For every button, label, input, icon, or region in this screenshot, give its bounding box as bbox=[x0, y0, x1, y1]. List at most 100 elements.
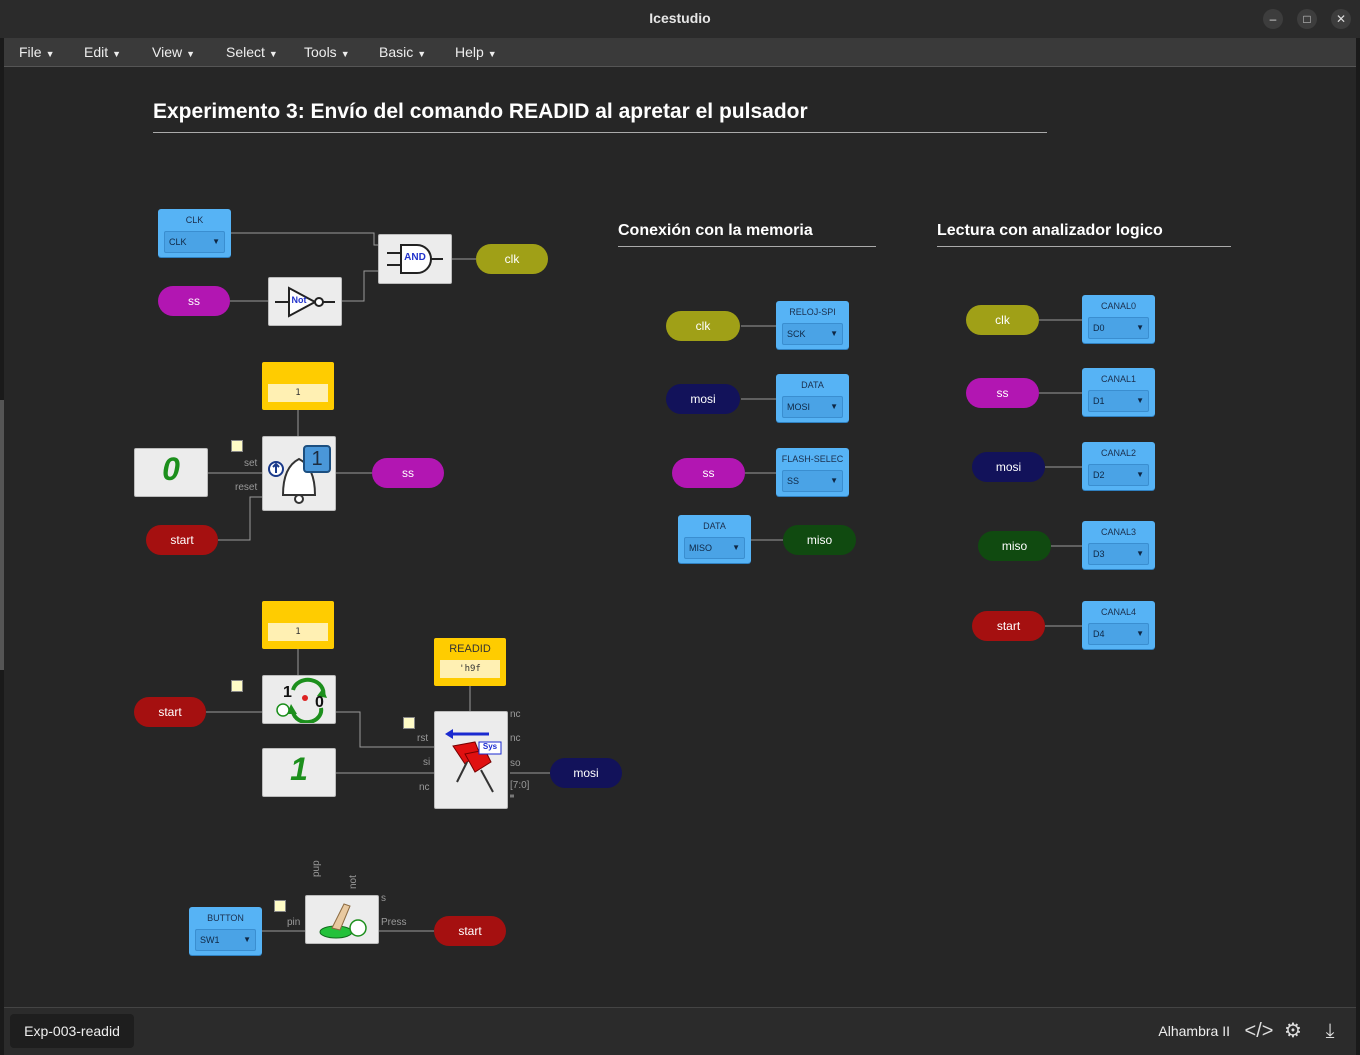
design-canvas[interactable]: Experimento 3: Envío del comando READID … bbox=[4, 67, 1356, 1007]
label-mosi[interactable]: mosi bbox=[972, 452, 1045, 482]
label-start-rs[interactable]: start bbox=[146, 525, 218, 555]
pin-value: MOSI bbox=[787, 402, 811, 412]
menu-view[interactable]: View ▼ bbox=[152, 44, 195, 60]
pin-name: CANAL2 bbox=[1100, 448, 1136, 458]
pin-select[interactable]: MISO ▼ bbox=[684, 537, 745, 559]
label-start-button[interactable]: start bbox=[434, 916, 506, 946]
constant-value[interactable]: 1 bbox=[268, 623, 328, 641]
close-icon[interactable]: ✕ bbox=[1331, 9, 1351, 29]
pin-name: CANAL0 bbox=[1100, 301, 1136, 311]
build-gear-icon[interactable]: ⚙ bbox=[1278, 1016, 1308, 1046]
menu-tools[interactable]: Tools ▼ bbox=[304, 44, 350, 60]
pin-value: D2 bbox=[1093, 470, 1105, 480]
board-selector[interactable]: Alhambra II bbox=[1158, 1023, 1230, 1039]
label-clk[interactable]: clk bbox=[966, 305, 1039, 335]
chevron-down-icon: ▼ bbox=[340, 49, 350, 59]
port-s-label: s bbox=[381, 893, 386, 904]
dropdown-icon: ▼ bbox=[1136, 323, 1144, 332]
memory-pin-data[interactable]: DATA MOSI ▼ bbox=[776, 374, 849, 422]
menu-edit[interactable]: Edit ▼ bbox=[84, 44, 121, 60]
label-start-counter[interactable]: start bbox=[134, 697, 206, 727]
dropdown-icon: ▼ bbox=[1136, 549, 1144, 558]
label-clk[interactable]: clk bbox=[666, 311, 740, 341]
pin-select[interactable]: D2 ▼ bbox=[1088, 464, 1149, 486]
label-clk-output[interactable]: clk bbox=[476, 244, 548, 274]
menu-help[interactable]: Help ▼ bbox=[455, 44, 497, 60]
constant-value[interactable]: 'h9f bbox=[440, 660, 500, 678]
dropdown-icon: ▼ bbox=[830, 402, 838, 411]
port-pup-label: pup bbox=[311, 860, 322, 877]
project-tab[interactable]: Exp-003-readid bbox=[10, 1014, 134, 1048]
port-so-label: so bbox=[510, 758, 521, 769]
chevron-down-icon: ▼ bbox=[487, 49, 497, 59]
button-block[interactable] bbox=[305, 895, 379, 944]
label-ss-output[interactable]: ss bbox=[372, 458, 444, 488]
analyzer-pin-canal4[interactable]: CANAL4 D4 ▼ bbox=[1082, 601, 1155, 649]
menu-edit-label: Edit bbox=[84, 44, 109, 60]
pin-select[interactable]: D1 ▼ bbox=[1088, 390, 1149, 412]
section-memory-underline bbox=[618, 246, 876, 247]
not-gate-block[interactable]: Not bbox=[268, 277, 342, 326]
verify-code-icon[interactable]: </> bbox=[1244, 1016, 1274, 1046]
label-mosi[interactable]: mosi bbox=[666, 384, 740, 414]
pin-select[interactable]: D0 ▼ bbox=[1088, 317, 1149, 339]
toggle-counter-block[interactable]: 1 0 bbox=[262, 675, 336, 725]
pin-name: DATA bbox=[703, 521, 726, 531]
bit-one-block[interactable]: 1 bbox=[262, 748, 336, 797]
button-input-pin[interactable]: BUTTON SW1 ▼ bbox=[189, 907, 262, 955]
port-press-label: Press bbox=[381, 917, 407, 928]
analyzer-pin-canal2[interactable]: CANAL2 D2 ▼ bbox=[1082, 442, 1155, 490]
menu-file[interactable]: File ▼ bbox=[19, 44, 54, 60]
maximize-icon[interactable]: □ bbox=[1297, 9, 1317, 29]
constant-block[interactable]: 1 bbox=[262, 362, 334, 410]
label-mosi-output[interactable]: mosi bbox=[550, 758, 622, 788]
analyzer-pin-canal1[interactable]: CANAL1 D1 ▼ bbox=[1082, 368, 1155, 416]
chevron-down-icon: ▼ bbox=[45, 49, 55, 59]
label-miso[interactable]: miso bbox=[978, 531, 1051, 561]
pin-value: CLK bbox=[169, 237, 187, 247]
dropdown-icon: ▼ bbox=[212, 237, 220, 246]
chevron-down-icon: ▼ bbox=[186, 49, 196, 59]
pushpin-icon bbox=[445, 729, 502, 793]
pin-name: CANAL1 bbox=[1100, 374, 1136, 384]
pin-select[interactable]: SW1 ▼ bbox=[195, 929, 256, 951]
label-miso[interactable]: miso bbox=[783, 525, 856, 555]
constant-value[interactable]: 1 bbox=[268, 384, 328, 402]
pin-select[interactable]: CLK ▼ bbox=[164, 231, 225, 253]
pin-select[interactable]: MOSI ▼ bbox=[782, 396, 843, 418]
constant-block[interactable]: 1 bbox=[262, 601, 334, 649]
dropdown-icon: ▼ bbox=[830, 329, 838, 338]
pin-select[interactable]: D4 ▼ bbox=[1088, 623, 1149, 645]
toggle-arrows-icon bbox=[276, 677, 327, 725]
pin-select[interactable]: D3 ▼ bbox=[1088, 543, 1149, 565]
and-gate-block[interactable]: AND bbox=[378, 234, 452, 284]
analyzer-pin-canal0[interactable]: CANAL0 D0 ▼ bbox=[1082, 295, 1155, 343]
rs-flipflop-block[interactable]: 1 bbox=[262, 436, 336, 511]
label-ss[interactable]: ss bbox=[966, 378, 1039, 408]
menu-basic[interactable]: Basic ▼ bbox=[379, 44, 426, 60]
pin-select[interactable]: SS ▼ bbox=[782, 470, 843, 492]
label-ss-input[interactable]: ss bbox=[158, 286, 230, 316]
memory-pin-data-miso[interactable]: DATA MISO ▼ bbox=[678, 515, 751, 563]
dropdown-icon: ▼ bbox=[830, 476, 838, 485]
clock-pin-marker bbox=[274, 900, 286, 912]
bit-zero-block[interactable]: 0 bbox=[134, 448, 208, 497]
analyzer-pin-canal3[interactable]: CANAL3 D3 ▼ bbox=[1082, 521, 1155, 569]
pin-select[interactable]: SCK ▼ bbox=[782, 323, 843, 345]
clk-input-pin[interactable]: CLK CLK ▼ bbox=[158, 209, 231, 257]
readid-constant-block[interactable]: READID 'h9f bbox=[434, 638, 506, 686]
label-start[interactable]: start bbox=[972, 611, 1045, 641]
title-bar: Icestudio – □ ✕ bbox=[0, 0, 1360, 38]
dropdown-icon: ▼ bbox=[732, 543, 740, 552]
pin-name: FLASH-SELEC bbox=[781, 454, 844, 464]
counter-zero-label: 0 bbox=[315, 694, 324, 711]
memory-pin-reloj-spi[interactable]: RELOJ-SPI SCK ▼ bbox=[776, 301, 849, 349]
label-ss[interactable]: ss bbox=[672, 458, 745, 488]
menu-select[interactable]: Select ▼ bbox=[226, 44, 278, 60]
port-bus-label: [7:0] bbox=[510, 780, 530, 791]
pin-value: D4 bbox=[1093, 629, 1105, 639]
upload-icon[interactable]: ⤓ bbox=[1315, 1016, 1345, 1046]
memory-pin-flash-selec[interactable]: FLASH-SELEC SS ▼ bbox=[776, 448, 849, 496]
spi-block[interactable]: Sys bbox=[434, 711, 508, 809]
minimize-icon[interactable]: – bbox=[1263, 9, 1283, 29]
